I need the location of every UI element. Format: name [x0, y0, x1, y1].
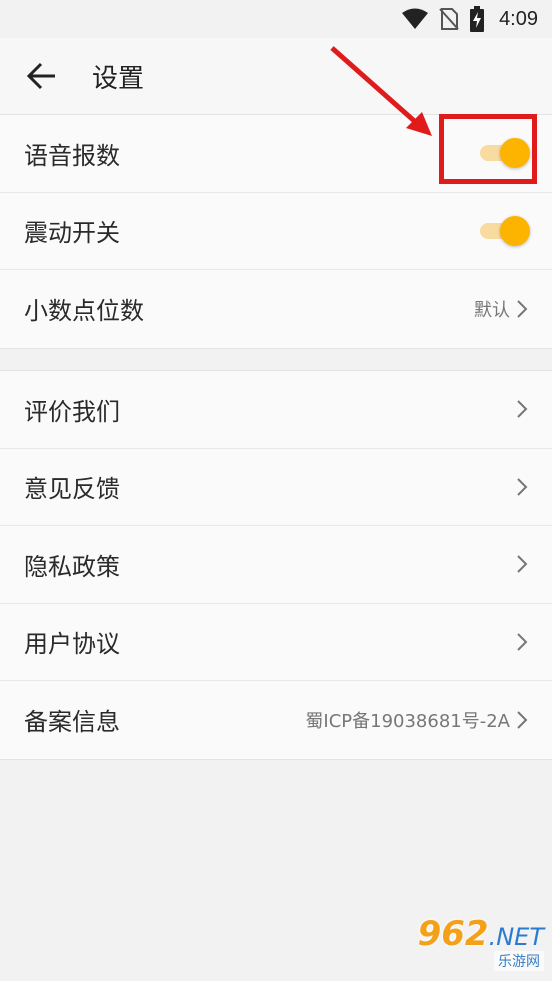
- annotation-highlight-box: [439, 114, 537, 184]
- toggle-knob: [500, 215, 530, 246]
- wifi-icon: [402, 8, 429, 29]
- chevron-right-icon: [517, 300, 528, 318]
- setting-value: 默认: [474, 299, 510, 321]
- setting-label: 用户协议: [24, 630, 120, 659]
- page-title: 设置: [92, 63, 145, 94]
- chevron-right-icon: [517, 555, 528, 573]
- setting-row-rate-us[interactable]: 评价我们: [0, 371, 552, 449]
- status-time: 4:09: [499, 7, 538, 30]
- status-bar: 4:09: [0, 0, 552, 38]
- arrow-left-icon: [27, 62, 55, 90]
- setting-row-icp-filing[interactable]: 备案信息 蜀ICP备19038681号-2A: [0, 681, 552, 759]
- setting-row-feedback[interactable]: 意见反馈: [0, 449, 552, 526]
- setting-row-vibration[interactable]: 震动开关: [0, 193, 552, 270]
- watermark-logo: 962.NET 乐游网: [414, 917, 544, 975]
- setting-label: 隐私政策: [24, 552, 120, 581]
- setting-row-decimal-places[interactable]: 小数点位数 默认: [0, 270, 552, 348]
- back-button[interactable]: [14, 48, 70, 104]
- setting-label: 语音报数: [24, 141, 120, 170]
- vibration-toggle[interactable]: [478, 215, 530, 246]
- setting-value: 蜀ICP备19038681号-2A: [305, 710, 510, 732]
- setting-label: 意见反馈: [24, 475, 120, 504]
- app-bar: 设置: [0, 38, 552, 114]
- setting-row-user-agreement[interactable]: 用户协议: [0, 604, 552, 681]
- settings-group-about: 评价我们 意见反馈 隐私政策 用户协议 备案信息 蜀ICP备19038681号-…: [0, 370, 552, 760]
- chevron-right-icon: [517, 633, 528, 651]
- chevron-right-icon: [517, 400, 528, 418]
- setting-label: 小数点位数: [24, 297, 144, 326]
- annotation-arrow-icon: [330, 46, 432, 136]
- no-sim-icon: [439, 8, 459, 30]
- chevron-right-icon: [517, 478, 528, 496]
- setting-label: 评价我们: [24, 397, 120, 426]
- watermark-brand: 962: [417, 914, 489, 954]
- watermark-suffix: .NET: [488, 923, 544, 951]
- setting-label: 备案信息: [24, 708, 120, 737]
- setting-row-privacy-policy[interactable]: 隐私政策: [0, 526, 552, 604]
- battery-charging-icon: [470, 6, 485, 32]
- chevron-right-icon: [517, 711, 528, 729]
- watermark-subtitle: 乐游网: [494, 951, 544, 971]
- setting-label: 震动开关: [24, 219, 120, 248]
